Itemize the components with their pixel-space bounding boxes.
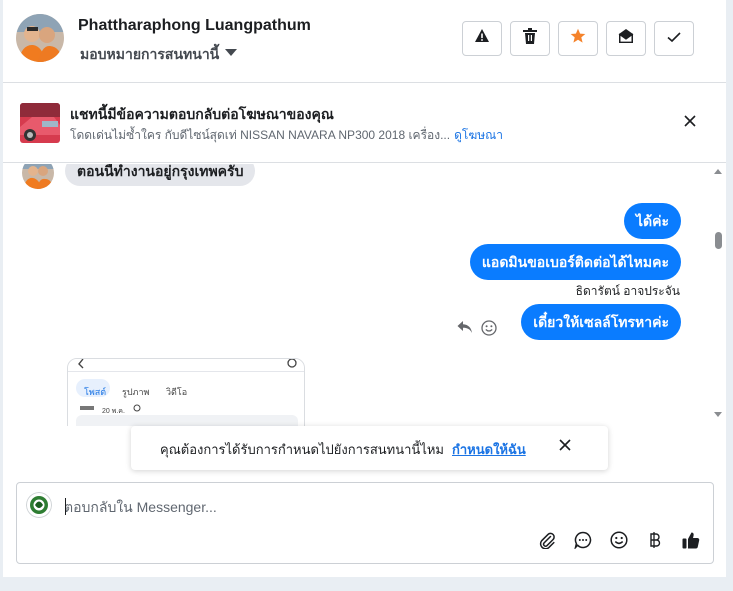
payment-button[interactable] xyxy=(643,530,667,554)
close-icon xyxy=(684,114,696,132)
star-button[interactable] xyxy=(558,21,598,56)
close-icon xyxy=(559,438,571,456)
ad-thumbnail[interactable] xyxy=(20,103,60,143)
attach-file-button[interactable] xyxy=(535,530,559,554)
assign-to-me-link[interactable]: กำหนดให้ฉัน xyxy=(452,442,526,457)
toast-message: คุณต้องการได้รับการกำหนดไปยังการสนทนานี้… xyxy=(160,439,526,460)
page-avatar xyxy=(26,492,52,518)
message-actions xyxy=(457,320,497,341)
attachment-icon xyxy=(538,531,556,554)
emoji-button[interactable] xyxy=(607,530,631,554)
react-icon[interactable] xyxy=(481,320,497,341)
incoming-message[interactable]: ตอนนี้ทำงานอยู่กรุงเทพครับ xyxy=(65,164,256,186)
banner-subtitle: โดดเด่นไม่ซ้ำใคร กับดีไซน์สุดเท่ NISSAN … xyxy=(70,126,503,145)
check-icon xyxy=(667,30,681,48)
toast-text: คุณต้องการได้รับการกำหนดไปยังการสนทนานี้… xyxy=(160,442,444,457)
mark-unread-icon xyxy=(618,28,634,49)
shared-post-preview[interactable]: โพสต์ รูปภาพ วิดีโอ 20 พ.ค. xyxy=(67,358,305,426)
preview-tab-posts[interactable]: โพสต์ xyxy=(84,385,106,399)
chevron-down-icon xyxy=(225,48,238,56)
conversation-panel: Phattharaphong Luangpathum มอบหมายการสนท… xyxy=(3,0,726,577)
report-button[interactable] xyxy=(462,21,502,56)
emoji-icon xyxy=(610,530,628,554)
sender-name: ธิดารัตน์ อาจประจัน xyxy=(575,284,680,298)
contact-name[interactable]: Phattharaphong Luangpathum xyxy=(78,17,311,35)
outgoing-message[interactable]: เดี๋ยวให้เซลล์โทรหาค่ะ xyxy=(521,304,681,340)
assign-prompt-toast: คุณต้องการได้รับการกำหนดไปยังการสนทนานี้… xyxy=(131,426,608,470)
ad-reply-banner: แชทนี้มีข้อความตอบกลับต่อโฆษณาของคุณ โดด… xyxy=(3,83,726,163)
saved-reply-icon xyxy=(574,531,592,554)
preview-tab-photos[interactable]: รูปภาพ xyxy=(122,385,149,399)
sender-avatar xyxy=(22,164,54,189)
assign-conversation-dropdown[interactable]: มอบหมายการสนทนานี้ xyxy=(80,44,238,66)
conversation-header: Phattharaphong Luangpathum มอบหมายการสนท… xyxy=(3,0,726,83)
saved-replies-button[interactable] xyxy=(571,530,595,554)
outgoing-message[interactable]: แอดมินขอเบอร์ติดต่อได้ไหมคะ xyxy=(469,244,681,280)
view-ad-link[interactable]: ดูโฆษณา xyxy=(454,128,503,142)
assign-label: มอบหมายการสนทนานี้ xyxy=(80,46,220,62)
delete-button[interactable] xyxy=(510,21,550,56)
mark-unread-button[interactable] xyxy=(606,21,646,56)
contact-avatar[interactable] xyxy=(16,14,64,62)
close-banner-button[interactable] xyxy=(679,112,701,134)
outgoing-message[interactable]: ได้ค่ะ xyxy=(623,203,681,239)
reply-input[interactable] xyxy=(64,496,664,518)
thumbs-up-icon xyxy=(682,531,700,554)
ad-description: โดดเด่นไม่ซ้ำใคร กับดีไซน์สุดเท่ NISSAN … xyxy=(70,128,451,142)
preview-date: 20 พ.ค. xyxy=(102,408,125,415)
star-icon xyxy=(570,28,586,49)
like-button[interactable] xyxy=(679,530,703,554)
reply-composer xyxy=(16,482,714,564)
baht-icon xyxy=(649,531,661,554)
close-toast-button[interactable] xyxy=(555,437,575,457)
preview-tab-videos[interactable]: วิดีโอ xyxy=(166,385,187,399)
text-cursor xyxy=(65,498,66,515)
message-list: ตอนนี้ทำงานอยู่กรุงเทพครับ ได้ค่ะ แอดมิน… xyxy=(3,164,726,426)
alert-icon xyxy=(474,28,490,49)
mark-done-button[interactable] xyxy=(654,21,694,56)
trash-icon xyxy=(523,28,537,49)
reply-icon[interactable] xyxy=(457,320,473,341)
chat-scrollbar[interactable] xyxy=(711,164,725,426)
banner-title: แชทนี้มีข้อความตอบกลับต่อโฆษณาของคุณ xyxy=(70,106,334,122)
